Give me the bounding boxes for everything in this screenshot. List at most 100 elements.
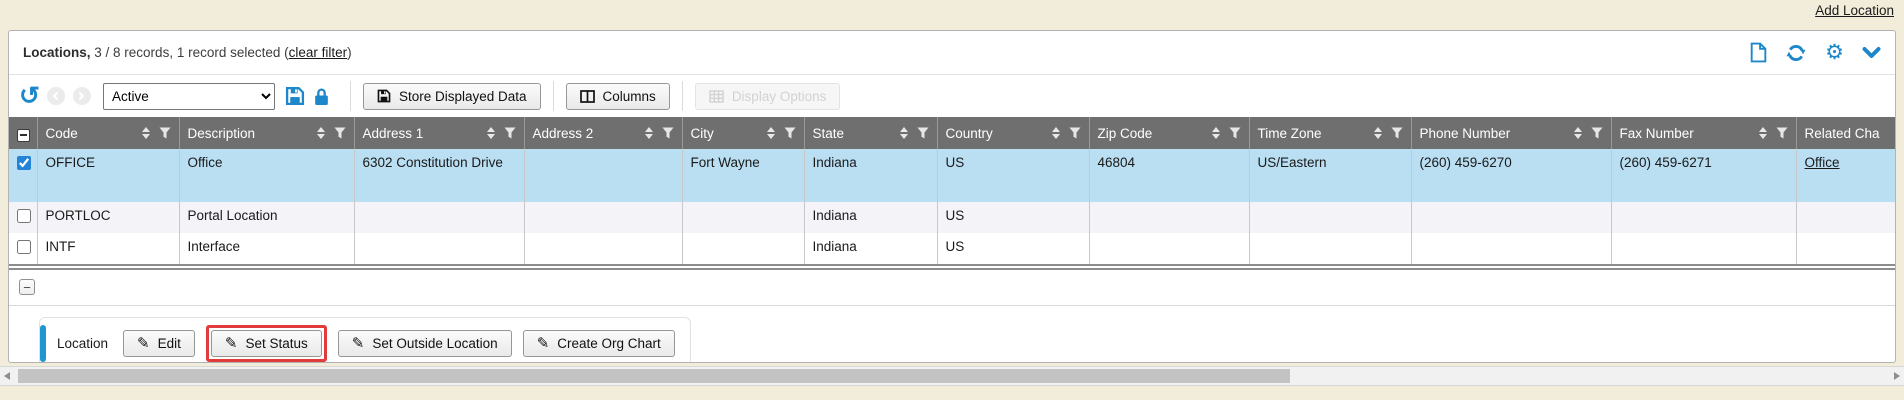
cell-address2 [524, 149, 682, 202]
collapse-button[interactable]: − [19, 279, 35, 295]
table-row-office[interactable]: OFFICE Office 6302 Constitution Drive Fo… [9, 149, 1895, 202]
cell-code: PORTLOC [37, 202, 179, 233]
sort-icon[interactable] [317, 127, 325, 139]
filter-icon[interactable] [1391, 127, 1403, 139]
cell-phone: (260) 459-6270 [1411, 149, 1611, 202]
row-checkbox[interactable] [17, 209, 31, 223]
previous-record-button[interactable] [47, 87, 65, 105]
toolbar-separator [682, 81, 683, 111]
cell-address1 [354, 233, 524, 264]
gear-icon[interactable]: ⚙ [1825, 42, 1844, 63]
cell-zipcode [1089, 202, 1249, 233]
column-header-fax[interactable]: Fax Number [1611, 117, 1796, 149]
filter-icon[interactable] [1591, 127, 1603, 139]
cell-fax [1611, 202, 1796, 233]
filter-icon[interactable] [159, 127, 171, 139]
next-record-button[interactable] [73, 87, 91, 105]
column-header-timezone[interactable]: Time Zone [1249, 117, 1411, 149]
sort-icon[interactable] [645, 127, 653, 139]
save-filter-icon[interactable] [285, 86, 305, 106]
cell-description: Portal Location [179, 202, 354, 233]
table-header-row: Code Description Address 1 Address 2 Cit… [9, 117, 1895, 149]
cell-description: Interface [179, 233, 354, 264]
clear-filter-link[interactable]: clear filter [289, 45, 348, 60]
cell-timezone [1249, 233, 1411, 264]
column-header-address2[interactable]: Address 2 [524, 117, 682, 149]
column-header-state[interactable]: State [804, 117, 937, 149]
sort-icon[interactable] [1759, 127, 1767, 139]
sort-icon[interactable] [142, 127, 150, 139]
pencil-icon: ✎ [137, 336, 150, 351]
sort-icon[interactable] [487, 127, 495, 139]
table-row-portloc[interactable]: PORTLOC Portal Location Indiana US [9, 202, 1895, 233]
toolbar: ↺ Active Store Displayed Data Columns Di… [9, 75, 1895, 117]
status-filter-select[interactable]: Active [103, 83, 275, 110]
filter-icon[interactable] [1069, 127, 1081, 139]
panel-title-label: Locations, [23, 45, 91, 60]
cell-phone [1411, 233, 1611, 264]
new-document-icon[interactable] [1750, 42, 1767, 63]
sort-icon[interactable] [900, 127, 908, 139]
row-checkbox[interactable] [17, 240, 31, 254]
cell-state: Indiana [804, 149, 937, 202]
locations-table: Code Description Address 1 Address 2 Cit… [9, 117, 1895, 264]
cell-related-chart [1796, 202, 1895, 233]
cell-zipcode [1089, 233, 1249, 264]
columns-button[interactable]: Columns [566, 83, 670, 110]
cell-state: Indiana [804, 233, 937, 264]
scrollbar-thumb[interactable] [18, 369, 1290, 383]
horizontal-scrollbar[interactable] [0, 366, 1904, 386]
filter-icon[interactable] [1776, 127, 1788, 139]
annotation-highlight-box: ✎ Set Status [206, 325, 327, 362]
store-displayed-data-button[interactable]: Store Displayed Data [363, 83, 541, 110]
set-outside-location-button[interactable]: ✎ Set Outside Location [338, 330, 512, 357]
chevron-down-icon[interactable] [1862, 46, 1881, 60]
row-checkbox[interactable] [17, 156, 31, 170]
column-header-related-chart[interactable]: Related Cha [1796, 117, 1895, 149]
display-options-button[interactable]: Display Options [695, 83, 841, 110]
set-status-button[interactable]: ✎ Set Status [211, 330, 322, 357]
sort-icon[interactable] [1374, 127, 1382, 139]
table-row-intf[interactable]: INTF Interface Indiana US [9, 233, 1895, 264]
column-header-description[interactable]: Description [179, 117, 354, 149]
add-location-link[interactable]: Add Location [1815, 3, 1894, 18]
sort-icon[interactable] [1052, 127, 1060, 139]
sort-icon[interactable] [767, 127, 775, 139]
columns-icon [580, 90, 595, 103]
filter-icon[interactable] [504, 127, 516, 139]
scroll-right-arrow[interactable] [1894, 372, 1900, 380]
refresh-icon[interactable] [1785, 42, 1807, 64]
grid-icon [709, 90, 724, 103]
scroll-left-arrow[interactable] [4, 372, 10, 380]
sort-icon[interactable] [1212, 127, 1220, 139]
undo-icon[interactable]: ↺ [19, 84, 40, 109]
related-chart-link[interactable]: Office [1805, 155, 1840, 170]
sort-icon[interactable] [1574, 127, 1582, 139]
cell-country: US [937, 202, 1089, 233]
column-header-country[interactable]: Country [937, 117, 1089, 149]
cell-address1 [354, 202, 524, 233]
cell-description: Office [179, 149, 354, 202]
filter-icon[interactable] [662, 127, 674, 139]
cell-country: US [937, 233, 1089, 264]
select-all-checkbox[interactable] [17, 129, 30, 142]
cell-timezone: US/Eastern [1249, 149, 1411, 202]
cell-address1: 6302 Constitution Drive [354, 149, 524, 202]
cell-country: US [937, 149, 1089, 202]
create-org-chart-button[interactable]: ✎ Create Org Chart [523, 330, 675, 357]
action-group-label: Location [57, 336, 108, 351]
filter-icon[interactable] [1229, 127, 1241, 139]
filter-icon[interactable] [917, 127, 929, 139]
column-header-phone[interactable]: Phone Number [1411, 117, 1611, 149]
filter-icon[interactable] [784, 127, 796, 139]
cell-zipcode: 46804 [1089, 149, 1249, 202]
filter-icon[interactable] [334, 127, 346, 139]
column-header-city[interactable]: City [682, 117, 804, 149]
column-header-code[interactable]: Code [37, 117, 179, 149]
collapse-row: − [9, 270, 1895, 306]
edit-button[interactable]: ✎ Edit [123, 330, 195, 357]
column-header-zipcode[interactable]: Zip Code [1089, 117, 1249, 149]
toolbar-separator [553, 81, 554, 111]
column-header-address1[interactable]: Address 1 [354, 117, 524, 149]
lock-icon[interactable] [313, 87, 330, 106]
